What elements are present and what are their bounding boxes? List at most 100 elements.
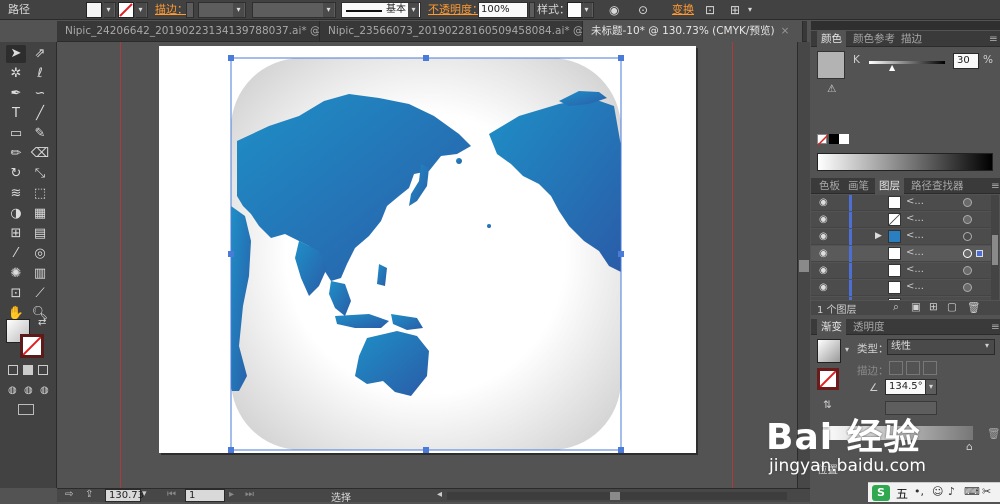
- transform-link[interactable]: 变换: [672, 3, 694, 17]
- magic-wand-icon[interactable]: ✲: [6, 65, 26, 83]
- recolor-icon[interactable]: ◉: [609, 3, 619, 17]
- style-dropdown[interactable]: ▾: [581, 2, 594, 18]
- k-slider-track[interactable]: [869, 61, 945, 64]
- tab-brushes[interactable]: 画笔: [844, 178, 873, 194]
- tools-icon[interactable]: ✂: [982, 485, 991, 498]
- line-tool-icon[interactable]: ╱: [30, 105, 50, 123]
- none-swatch[interactable]: [817, 134, 828, 145]
- target-circle-icon[interactable]: [963, 249, 972, 258]
- tab-pathfinder[interactable]: 路径查找器: [907, 178, 968, 194]
- close-icon[interactable]: ×: [781, 25, 790, 37]
- list-item[interactable]: ◉<...: [811, 263, 991, 279]
- punctuation-icon[interactable]: •,: [914, 485, 924, 498]
- k-slider-thumb[interactable]: ▲: [889, 63, 895, 72]
- rectangle-tool-icon[interactable]: ▭: [6, 125, 26, 143]
- tab-color[interactable]: 颜色: [817, 31, 846, 47]
- zoom-dropdown-icon[interactable]: ▾: [142, 489, 147, 499]
- gradient-preview-dropdown-icon[interactable]: ▾: [845, 345, 849, 354]
- target-circle-icon[interactable]: [963, 283, 972, 292]
- out-of-gamut-icon[interactable]: ⚠: [827, 83, 836, 95]
- artboard[interactable]: [159, 46, 696, 453]
- panel-menu-icon[interactable]: ≡: [985, 31, 1000, 47]
- selection-indicator[interactable]: [976, 250, 983, 257]
- fill-dropdown[interactable]: ▾: [103, 2, 116, 18]
- opacity-label[interactable]: 不透明度：: [428, 3, 483, 17]
- warp-tool-icon[interactable]: ≋: [6, 185, 26, 203]
- tab-gradient[interactable]: 渐变: [817, 319, 846, 335]
- tab-swatches[interactable]: 色板: [815, 178, 844, 194]
- blend-tool-icon[interactable]: ◎: [30, 245, 50, 263]
- visibility-eye-icon[interactable]: ◉: [819, 282, 828, 293]
- slice-tool-icon[interactable]: ⟋: [30, 285, 50, 303]
- list-item[interactable]: ◉<...: [811, 195, 991, 211]
- visibility-eye-icon[interactable]: ◉: [819, 214, 828, 225]
- color-mode-icon[interactable]: [8, 365, 18, 375]
- graph-tool-icon[interactable]: ▥: [30, 265, 50, 283]
- transform-icon[interactable]: ⊡: [705, 3, 715, 17]
- export-icon[interactable]: ⇪: [85, 489, 93, 500]
- symbol-sprayer-icon[interactable]: ✺: [6, 265, 26, 283]
- brush-tool-icon[interactable]: ✎: [30, 125, 50, 143]
- last-page-icon[interactable]: ⏭: [245, 489, 254, 500]
- new-sublayer-icon[interactable]: ⊞: [929, 301, 938, 313]
- mesh-tool-icon[interactable]: ⊞: [6, 225, 26, 243]
- keyboard-icon[interactable]: ⌨: [964, 485, 980, 498]
- align-icon[interactable]: ⊞: [730, 3, 740, 17]
- black-swatch[interactable]: [829, 134, 839, 144]
- stroke-apply-within-icon[interactable]: [889, 361, 903, 375]
- new-layer-icon[interactable]: ▢: [947, 301, 957, 313]
- stroke-swatch-none[interactable]: [118, 2, 134, 18]
- tab-doc-active[interactable]: 未标题-10* @ 130.73% (CMYK/预览) ×: [583, 21, 803, 42]
- locate-object-icon[interactable]: ⌕: [893, 301, 899, 314]
- angle-dropdown-icon[interactable]: ▾: [925, 379, 937, 395]
- swap-colors-icon[interactable]: ⇄: [38, 317, 46, 328]
- k-value-field[interactable]: 30: [953, 53, 979, 69]
- stroke-weight-field[interactable]: ▾: [198, 2, 246, 18]
- isolate-icon[interactable]: ⊙: [638, 3, 648, 17]
- perspective-grid-icon[interactable]: ▦: [30, 205, 50, 223]
- none-mode-icon[interactable]: [38, 365, 48, 375]
- curvature-icon[interactable]: ∽: [30, 85, 50, 103]
- color-preview-swatch[interactable]: [817, 51, 845, 79]
- draw-inside-icon[interactable]: ◍: [40, 385, 49, 396]
- next-page-icon[interactable]: ▸: [229, 489, 234, 500]
- tab-color-guide[interactable]: 颜色参考: [849, 31, 899, 47]
- screen-mode-icon[interactable]: [18, 404, 34, 415]
- stroke-label[interactable]: 描边：: [155, 3, 188, 17]
- stroke-apply-along-icon[interactable]: [906, 361, 920, 375]
- visibility-eye-icon[interactable]: ◉: [819, 231, 828, 242]
- visibility-eye-icon[interactable]: ◉: [819, 197, 828, 208]
- tab-transparency[interactable]: 透明度: [849, 319, 889, 335]
- stroke-weight-stepper[interactable]: [186, 2, 194, 18]
- variable-width-dropdown[interactable]: ▾: [252, 2, 336, 18]
- shape-builder-icon[interactable]: ◑: [6, 205, 26, 223]
- gradient-stop-icon[interactable]: ⌂: [966, 441, 973, 453]
- panel-menu-icon[interactable]: ≡: [987, 178, 1000, 194]
- visibility-eye-icon[interactable]: ◉: [819, 299, 828, 300]
- map-icon-artwork[interactable]: [159, 46, 696, 453]
- scroll-left-icon[interactable]: ◂: [437, 489, 442, 500]
- gradient-stroke-swatch[interactable]: [817, 368, 839, 390]
- chevron-down-icon[interactable]: ▾: [985, 341, 989, 350]
- visibility-eye-icon[interactable]: ◉: [819, 265, 828, 276]
- zoom-field[interactable]: 130.73: [105, 489, 144, 502]
- page-field[interactable]: 1: [185, 489, 225, 502]
- draw-normal-icon[interactable]: ◍: [8, 385, 17, 396]
- tab-stroke[interactable]: 描边: [897, 31, 926, 47]
- target-circle-icon[interactable]: [963, 232, 972, 241]
- pencil-tool-icon[interactable]: ✏: [6, 145, 26, 163]
- emoji-icon[interactable]: ☺: [932, 485, 943, 498]
- color-spectrum-bar[interactable]: [817, 153, 993, 171]
- list-item[interactable]: ◉<...: [811, 212, 991, 228]
- rotate-tool-icon[interactable]: ↻: [6, 165, 26, 183]
- fill-swatch[interactable]: [86, 2, 102, 18]
- layers-scrollbar[interactable]: [991, 195, 999, 300]
- free-transform-icon[interactable]: ⬚: [30, 185, 50, 203]
- ime-mode-label[interactable]: 五: [896, 485, 908, 502]
- list-item[interactable]: ◉<...: [811, 280, 991, 296]
- opacity-field[interactable]: 100%: [478, 2, 528, 18]
- eraser-tool-icon[interactable]: ⌫: [30, 145, 50, 163]
- target-circle-icon[interactable]: [963, 215, 972, 224]
- visibility-eye-icon[interactable]: ◉: [819, 248, 828, 259]
- panel-menu-icon[interactable]: ≡: [987, 319, 1000, 335]
